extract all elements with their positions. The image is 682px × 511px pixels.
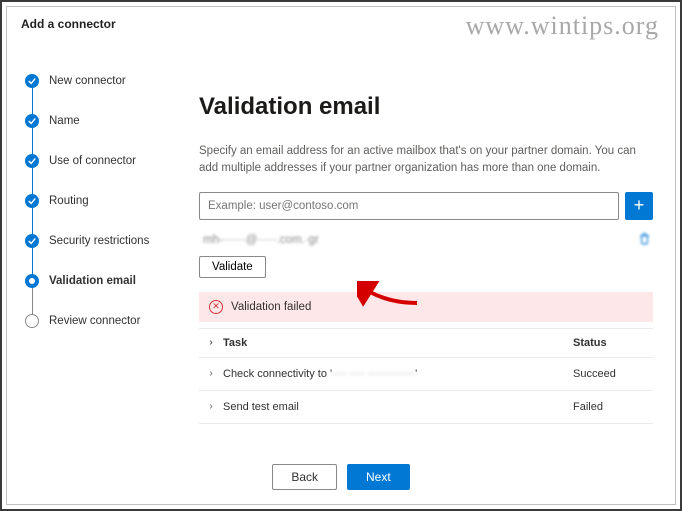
step-routing[interactable]: Routing: [25, 181, 179, 221]
page-title: Validation email: [199, 93, 653, 121]
wizard-steps: New connector Name Use of connector Rout…: [7, 39, 187, 456]
step-label: Use of connector: [49, 155, 136, 167]
task-cell: Check connectivity to '···· ···· ·······…: [223, 368, 573, 380]
step-label: Review connector: [49, 315, 140, 327]
main-panel: Validation email Specify an email addres…: [187, 39, 675, 456]
next-button[interactable]: Next: [347, 464, 410, 490]
step-label: Name: [49, 115, 80, 127]
dialog-footer: Back Next: [7, 458, 675, 496]
future-step-icon: [25, 314, 39, 328]
check-icon: [25, 114, 39, 128]
plus-icon: +: [634, 195, 645, 216]
expand-all-icon[interactable]: ›: [199, 337, 223, 349]
step-use-of-connector[interactable]: Use of connector: [25, 141, 179, 181]
check-icon: [25, 194, 39, 208]
error-text: Validation failed: [231, 301, 311, 313]
current-step-icon: [25, 274, 39, 288]
step-new-connector[interactable]: New connector: [25, 61, 179, 101]
step-label: Security restrictions: [49, 235, 149, 247]
step-label: Validation email: [49, 275, 136, 287]
email-input[interactable]: [199, 192, 619, 220]
check-icon: [25, 234, 39, 248]
status-cell: Failed: [573, 401, 653, 413]
col-status: Status: [573, 337, 653, 349]
email-entry-row: mh-······@·····.com.·gr: [199, 230, 653, 256]
step-label: Routing: [49, 195, 89, 207]
step-label: New connector: [49, 75, 126, 87]
step-validation-email[interactable]: Validation email: [25, 261, 179, 301]
task-cell: Send test email: [223, 401, 573, 413]
task-row: › Send test email Failed: [199, 391, 653, 424]
check-icon: [25, 154, 39, 168]
step-review-connector[interactable]: Review connector: [25, 301, 179, 341]
task-table-header: › Task Status: [199, 328, 653, 358]
check-icon: [25, 74, 39, 88]
back-button[interactable]: Back: [272, 464, 337, 490]
entered-email: mh-······@·····.com.·gr: [203, 234, 319, 246]
validation-error-bar: ✕ Validation failed: [199, 292, 653, 322]
delete-icon[interactable]: [638, 232, 651, 248]
add-button[interactable]: +: [625, 192, 653, 220]
step-name[interactable]: Name: [25, 101, 179, 141]
task-row: › Check connectivity to '···· ···· ·····…: [199, 358, 653, 391]
step-security-restrictions[interactable]: Security restrictions: [25, 221, 179, 261]
page-description: Specify an email address for an active m…: [199, 143, 653, 178]
status-cell: Succeed: [573, 368, 653, 380]
col-task: Task: [223, 337, 573, 349]
dialog-title: Add a connector: [7, 7, 675, 39]
chevron-right-icon[interactable]: ›: [199, 401, 223, 412]
chevron-right-icon[interactable]: ›: [199, 368, 223, 379]
validate-button[interactable]: Validate: [199, 256, 266, 278]
error-icon: ✕: [209, 300, 223, 314]
